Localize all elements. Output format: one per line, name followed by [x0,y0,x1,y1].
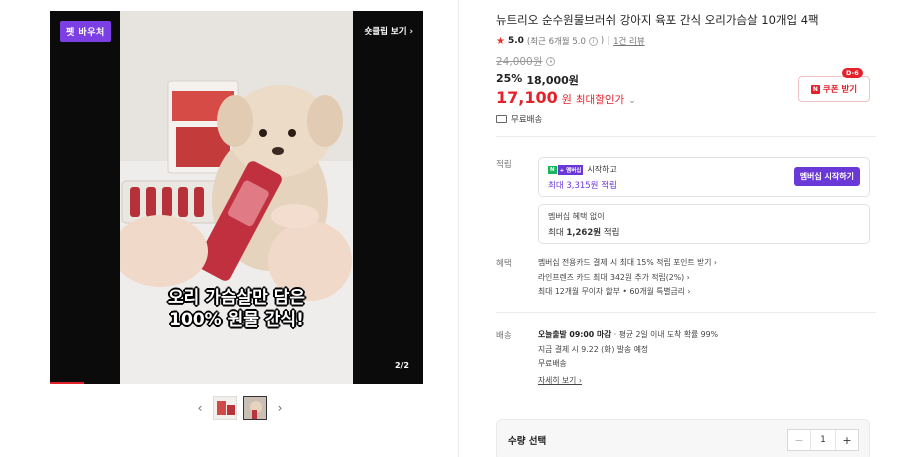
star-icon: ★ [496,35,505,47]
final-price-row[interactable]: 17,100 원 최대할인가 ⌄ [496,88,636,107]
membership-max-points: 최대 3,315원 적립 [548,181,617,191]
section-divider-1 [496,136,876,137]
media-counter: 2/2 [394,361,409,370]
video-caption: 오리 가슴살만 담은 100% 원물 간식! [120,287,353,331]
caption-line-2: 100% 원물 간식! [169,310,304,330]
sale-price-row: 25% 18,000원 [496,72,579,88]
coupon-dday-badge: D-6 [842,68,863,78]
start-membership-button[interactable]: 멤버십 시작하기 [793,167,860,186]
naver-n-icon: N [810,84,820,94]
benefit-item-2[interactable]: 라인프렌즈 카드 최대 342원 추가 적립(2%) › [538,271,717,286]
delivery-line-4: 자세히 보기 › [538,374,718,389]
free-shipping-text: 무료배송 [511,115,543,125]
quantity-selector-box: 수량 선택 − 1 + [496,419,870,457]
rating-detail: (최근 6개월 5.0 [526,37,586,47]
thumb-prev-arrow[interactable]: ‹ [193,401,207,415]
truck-icon [496,115,507,123]
points-label: 적립 [496,160,512,170]
original-price-row: 24,000원 i [496,54,556,69]
shorts-clip-link[interactable]: 숏클립 보기 › [364,25,413,37]
delivery-label: 배송 [496,331,512,341]
price-info-icon[interactable]: i [546,57,556,66]
membership-tag-n: N [548,165,557,174]
rating-row: ★ 5.0 (최근 6개월 5.0 i) | 1건 리뷰 [496,35,645,48]
rating-score: 5.0 [507,36,524,46]
rating-separator: | [607,36,611,46]
quantity-minus-button[interactable]: − [788,430,810,450]
info-icon[interactable]: i [588,36,598,46]
column-divider [458,0,459,457]
benefit-item-1[interactable]: 멤버십 전용카드 결제 시 최대 15% 적립 포인트 받기 › [538,256,717,271]
final-price-unit: 원 [561,93,572,106]
review-count-link[interactable]: 1건 리뷰 [613,35,645,47]
quantity-value[interactable]: 1 [810,430,836,450]
non-member-points-box: 멤버십 혜택 없이 최대 1,262원 적립 [538,204,870,244]
delivery-info: 오늘출발 09:00 마감 · 평균 2일 이내 도착 확률 99% 지금 결제… [538,328,718,388]
no-membership-max-suffix: 적립 [601,228,620,238]
delivery-arrival-rate: · 평균 2일 이내 도착 확률 99% [611,330,718,339]
delivery-detail-link[interactable]: 자세히 보기 › [538,376,582,385]
caption-line-1: 오리 가슴살만 담은 [168,288,305,308]
delivery-line-1: 오늘출발 09:00 마감 · 평균 2일 이내 도착 확률 99% [538,328,718,343]
thumbnail-strip: ‹ › [193,396,287,420]
no-membership-text: 멤버십 혜택 없이 [548,212,605,221]
no-membership-max: 최대 1,262원 적립 [548,226,619,238]
product-title: 뉴트리오 순수원물브러쉬 강아지 육포 간식 오리가슴살 10개입 4팩 [496,13,819,27]
benefit-item-3[interactable]: 최대 12개월 무이자 할부 • 60개월 특별금리 › [538,285,717,300]
max-discount-label: 최대할인가 [575,94,625,106]
original-price: 24,000원 [496,56,543,68]
rating-close-paren: ) [600,36,605,46]
benefits-label: 혜택 [496,259,512,269]
sale-price: 18,000원 [526,74,579,87]
coupon-button[interactable]: N 쿠폰 받기 [798,76,870,102]
coupon-label: 쿠폰 받기 [822,85,858,95]
thumbnail-2[interactable] [243,396,267,420]
thumb-next-arrow[interactable]: › [273,401,287,415]
final-price: 17,100 [496,88,558,107]
product-media-viewer[interactable]: 오리 가슴살만 담은 100% 원물 간식! 펫 바우처 숏클립 보기 › 2/… [50,11,423,384]
pet-voucher-badge: 펫 바우처 [60,21,111,42]
section-divider-2 [496,312,876,313]
discount-rate: 25% [496,72,523,85]
product-video-frame[interactable]: 오리 가슴살만 담은 100% 원물 간식! [120,11,353,384]
chevron-down-icon: ⌄ [628,96,636,106]
membership-tag-plus: + 멤버십 [557,164,584,175]
no-membership-max-amount: 1,262원 [566,228,602,238]
naver-plus-membership-tag: N + 멤버십 [548,164,584,175]
delivery-deadline: 오늘출발 09:00 마감 [538,330,612,339]
quantity-stepper: − 1 + [787,429,859,451]
membership-line: N + 멤버십 시작하고 [548,164,617,175]
no-membership-max-prefix: 최대 [548,228,567,238]
video-progress-bar[interactable] [50,382,84,384]
membership-start-text: 시작하고 [587,165,617,174]
thumbnail-1-image [214,397,236,419]
thumbnail-1[interactable] [213,396,237,420]
thumbnail-2-image [244,397,266,419]
benefits-list: 멤버십 전용카드 결제 시 최대 15% 적립 포인트 받기 › 라인프렌즈 카… [538,256,717,300]
quantity-title: 수량 선택 [508,436,547,447]
free-shipping-row: 무료배송 [496,113,542,125]
delivery-line-2: 지금 결제 시 9.22 (화) 발송 예정 [538,344,649,354]
delivery-line-3: 무료배송 [538,359,567,368]
quantity-plus-button[interactable]: + [836,430,858,450]
membership-points-box: N + 멤버십 시작하고 최대 3,315원 적립 멤버십 시작하기 [538,157,870,197]
